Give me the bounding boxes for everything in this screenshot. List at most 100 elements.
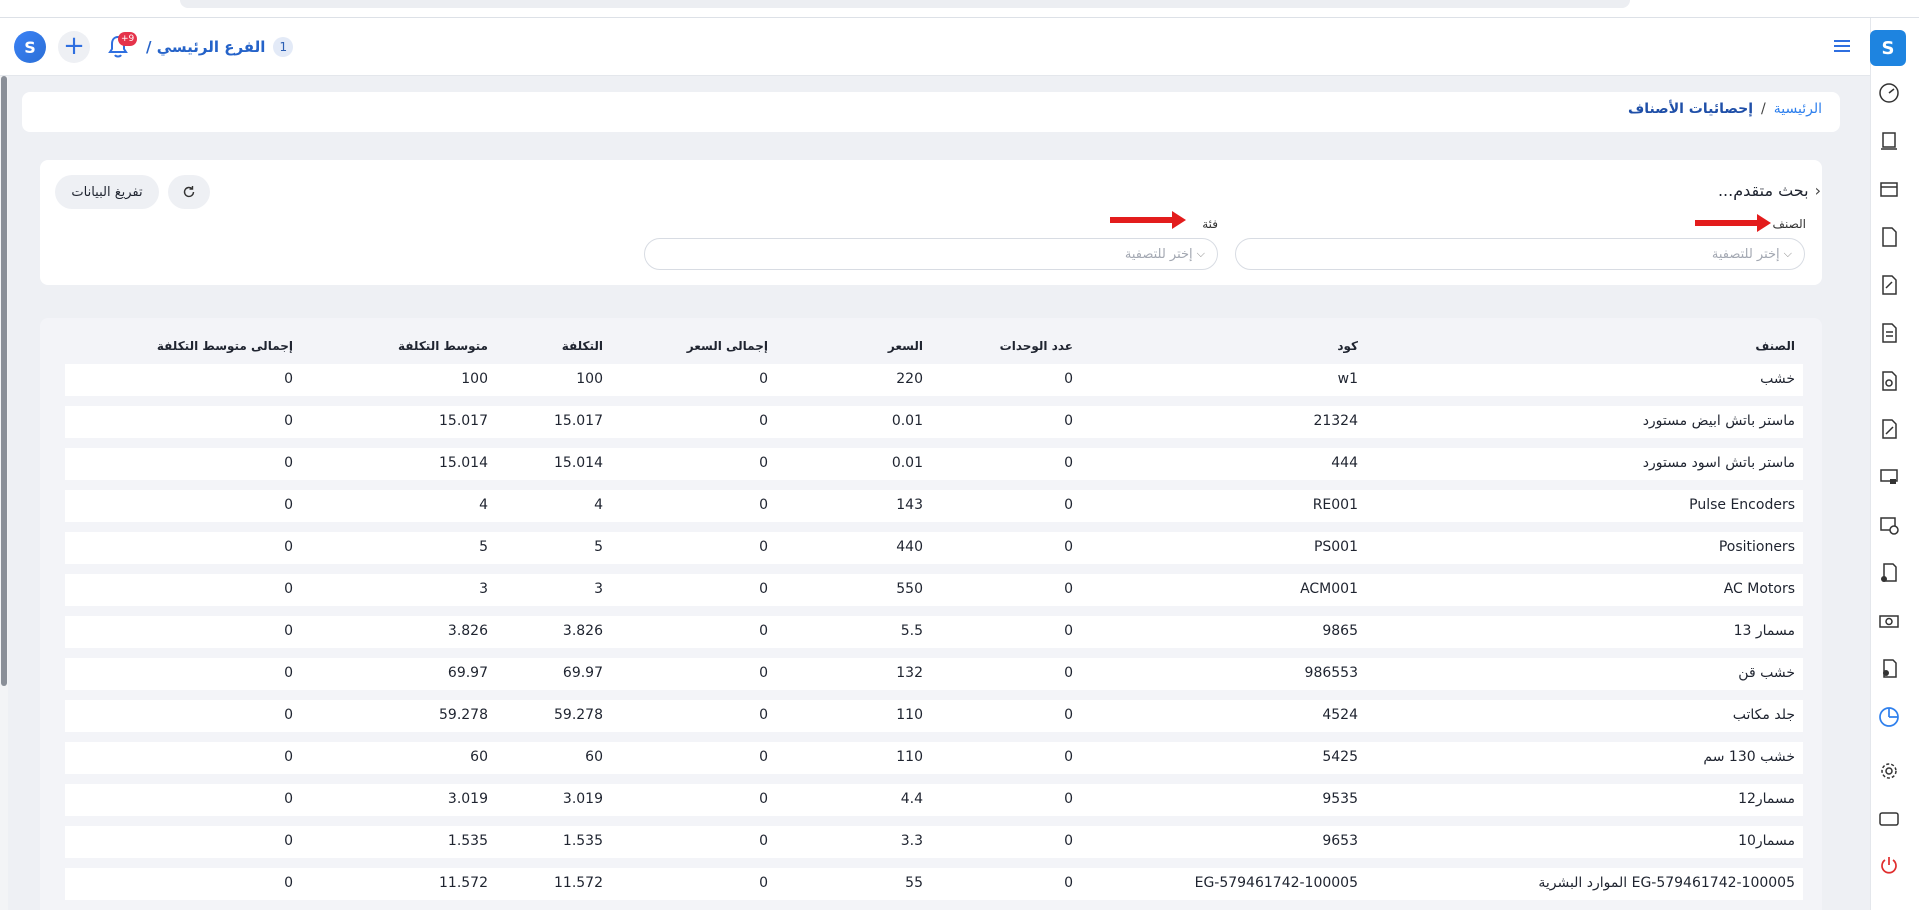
cell-price: 550	[896, 581, 923, 597]
purchase-return-icon[interactable]	[1876, 416, 1902, 442]
products-icon[interactable]	[1876, 512, 1902, 538]
cell-avg-cost: 100	[461, 371, 488, 387]
cell-units: 0	[1064, 791, 1073, 807]
dashboard-icon[interactable]	[1876, 80, 1902, 106]
chevron-down-icon: ⌵	[1196, 247, 1205, 260]
header-code[interactable]: كود	[1337, 339, 1358, 353]
cell-total-avg-cost: 0	[284, 707, 293, 723]
cell-total-avg-cost: 0	[284, 581, 293, 597]
pos-icon[interactable]	[1876, 128, 1902, 154]
browser-address-bar[interactable]	[180, 0, 1630, 8]
table-header: الصنف كود عدد الوحدات السعر إجمالى السعر…	[65, 333, 1803, 359]
sidebar-brand-icon[interactable]: S	[1870, 30, 1906, 66]
settings-icon[interactable]	[1876, 758, 1902, 784]
menu-icon[interactable]	[1832, 38, 1852, 54]
table-row[interactable]: ماستر باتش ابيض مستورد 21324 0 0.01 0 15.017 1…	[65, 406, 1803, 438]
item-filter-placeholder: إختر للتصفية	[1711, 246, 1780, 262]
reports-icon[interactable]	[1876, 704, 1902, 730]
table-row[interactable]: مسمار10 9653 0 3.3 0 1.535 1.535 0	[65, 826, 1803, 858]
table-row[interactable]: جلد مكاتب 4524 0 110 0 59.278 59.278 0	[65, 700, 1803, 732]
cell-item: ماستر باتش اسود مستورد	[1642, 455, 1795, 471]
purchase-icon[interactable]	[1876, 368, 1902, 394]
table-row[interactable]: EG-579461742-100005 الموارد البشرية EG-57…	[65, 868, 1803, 900]
cell-cost: 69.97	[562, 665, 603, 681]
header-cost[interactable]: التكلفة	[562, 339, 603, 353]
page-scrollbar-thumb[interactable]	[1, 76, 7, 686]
header-item[interactable]: الصنف	[1755, 339, 1795, 353]
header-units[interactable]: عدد الوحدات	[1000, 339, 1073, 353]
cashier-icon[interactable]	[1876, 464, 1902, 490]
cell-total-price: 0	[759, 875, 768, 891]
cell-code: PS001	[1313, 539, 1358, 555]
cell-total-avg-cost: 0	[284, 833, 293, 849]
cell-total-price: 0	[759, 791, 768, 807]
cell-total-avg-cost: 0	[284, 791, 293, 807]
table-row[interactable]: Positioners PS001 0 440 0 5 5 0	[65, 532, 1803, 564]
advanced-search-title: بحث متقدم...	[1717, 181, 1809, 200]
users-icon[interactable]	[1876, 656, 1902, 682]
cell-avg-cost: 3	[479, 581, 488, 597]
cell-cost: 15.014	[554, 455, 603, 471]
branch-selector[interactable]: 1 الفرع الرئيسي /	[146, 36, 294, 58]
header-price[interactable]: السعر	[888, 339, 923, 353]
cell-code: ACM001	[1300, 581, 1358, 597]
table-row[interactable]: خشب 130 سم 5425 0 110 0 60 60 0	[65, 742, 1803, 774]
cell-price: 110	[896, 707, 923, 723]
cell-cost: 3.019	[562, 791, 603, 807]
cell-code: 9865	[1322, 623, 1358, 639]
cell-price: 220	[896, 371, 923, 387]
browser-chrome	[0, 0, 1919, 18]
cell-code: 986553	[1304, 665, 1358, 681]
cell-avg-cost: 3.826	[447, 623, 488, 639]
export-data-button[interactable]: تفريغ البيانات	[55, 175, 159, 209]
power-icon[interactable]	[1876, 852, 1902, 878]
table-row[interactable]: مسمار12 9535 0 4.4 0 3.019 3.019 0	[65, 784, 1803, 816]
cell-total-avg-cost: 0	[284, 665, 293, 681]
header-total-avg-cost[interactable]: إجمالى متوسط التكلفة	[157, 339, 293, 353]
table-row[interactable]: مسمار 13 9865 0 5.5 0 3.826 3.826 0	[65, 616, 1803, 648]
breadcrumb-current: إحصائيات الأصناف	[1627, 101, 1754, 117]
header-total-price[interactable]: إجمالى السعر	[687, 339, 768, 353]
cell-total-price: 0	[759, 707, 768, 723]
notification-badge: +9	[118, 32, 138, 46]
cell-cost: 59.278	[554, 707, 603, 723]
cell-units: 0	[1064, 413, 1073, 429]
header-avg-cost[interactable]: متوسط التكلفة	[398, 339, 488, 353]
category-filter-placeholder: إختر للتصفية	[1124, 246, 1193, 262]
category-filter-label: فئة	[1202, 217, 1218, 231]
breadcrumb: الرئيسية / إحصائيات الأصناف	[1628, 101, 1822, 117]
table-row[interactable]: ماستر باتش اسود مستورد 444 0 0.01 0 15.014 15.…	[65, 448, 1803, 480]
advanced-search-toggle[interactable]: ‹ بحث متقدم...	[1718, 181, 1821, 200]
cell-total-price: 0	[759, 665, 768, 681]
app-logo[interactable]: S	[14, 31, 46, 63]
return-icon[interactable]	[1876, 272, 1902, 298]
table-row[interactable]: خشب w1 0 220 0 100 100 0	[65, 364, 1803, 396]
invoice-icon[interactable]	[1876, 224, 1902, 250]
table-row[interactable]: AC Motors ACM001 0 550 0 3 3 0	[65, 574, 1803, 606]
display-icon[interactable]	[1876, 806, 1902, 832]
money-icon[interactable]	[1876, 608, 1902, 634]
cell-cost: 100	[576, 371, 603, 387]
table-row[interactable]: خشب قن 986553 0 132 0 69.97 69.97 0	[65, 658, 1803, 690]
add-product-icon[interactable]	[1876, 560, 1902, 586]
refresh-button[interactable]	[168, 175, 210, 209]
item-filter-select[interactable]: ⌵ إختر للتصفية	[1235, 238, 1805, 270]
store-icon[interactable]	[1876, 176, 1902, 202]
cell-avg-cost: 60	[470, 749, 488, 765]
cell-total-price: 0	[759, 623, 768, 639]
cell-code: 444	[1331, 455, 1358, 471]
breadcrumb-home[interactable]: الرئيسية	[1774, 101, 1822, 117]
branch-number: 1	[273, 37, 294, 57]
cell-price: 0.01	[891, 413, 923, 429]
cell-total-price: 0	[759, 497, 768, 513]
category-filter-select[interactable]: ⌵ إختر للتصفية	[644, 238, 1218, 270]
refresh-icon	[183, 186, 195, 198]
cell-item: خشب 130 سم	[1703, 749, 1795, 765]
table-body: خشب w1 0 220 0 100 100 0 ماستر باتش ابيض مستورد…	[65, 364, 1803, 910]
add-button[interactable]: +	[58, 31, 90, 63]
cell-avg-cost: 69.97	[447, 665, 488, 681]
document-icon[interactable]	[1876, 320, 1902, 346]
cell-cost: 4	[594, 497, 603, 513]
cell-total-price: 0	[759, 455, 768, 471]
table-row[interactable]: Pulse Encoders RE001 0 143 0 4 4 0	[65, 490, 1803, 522]
